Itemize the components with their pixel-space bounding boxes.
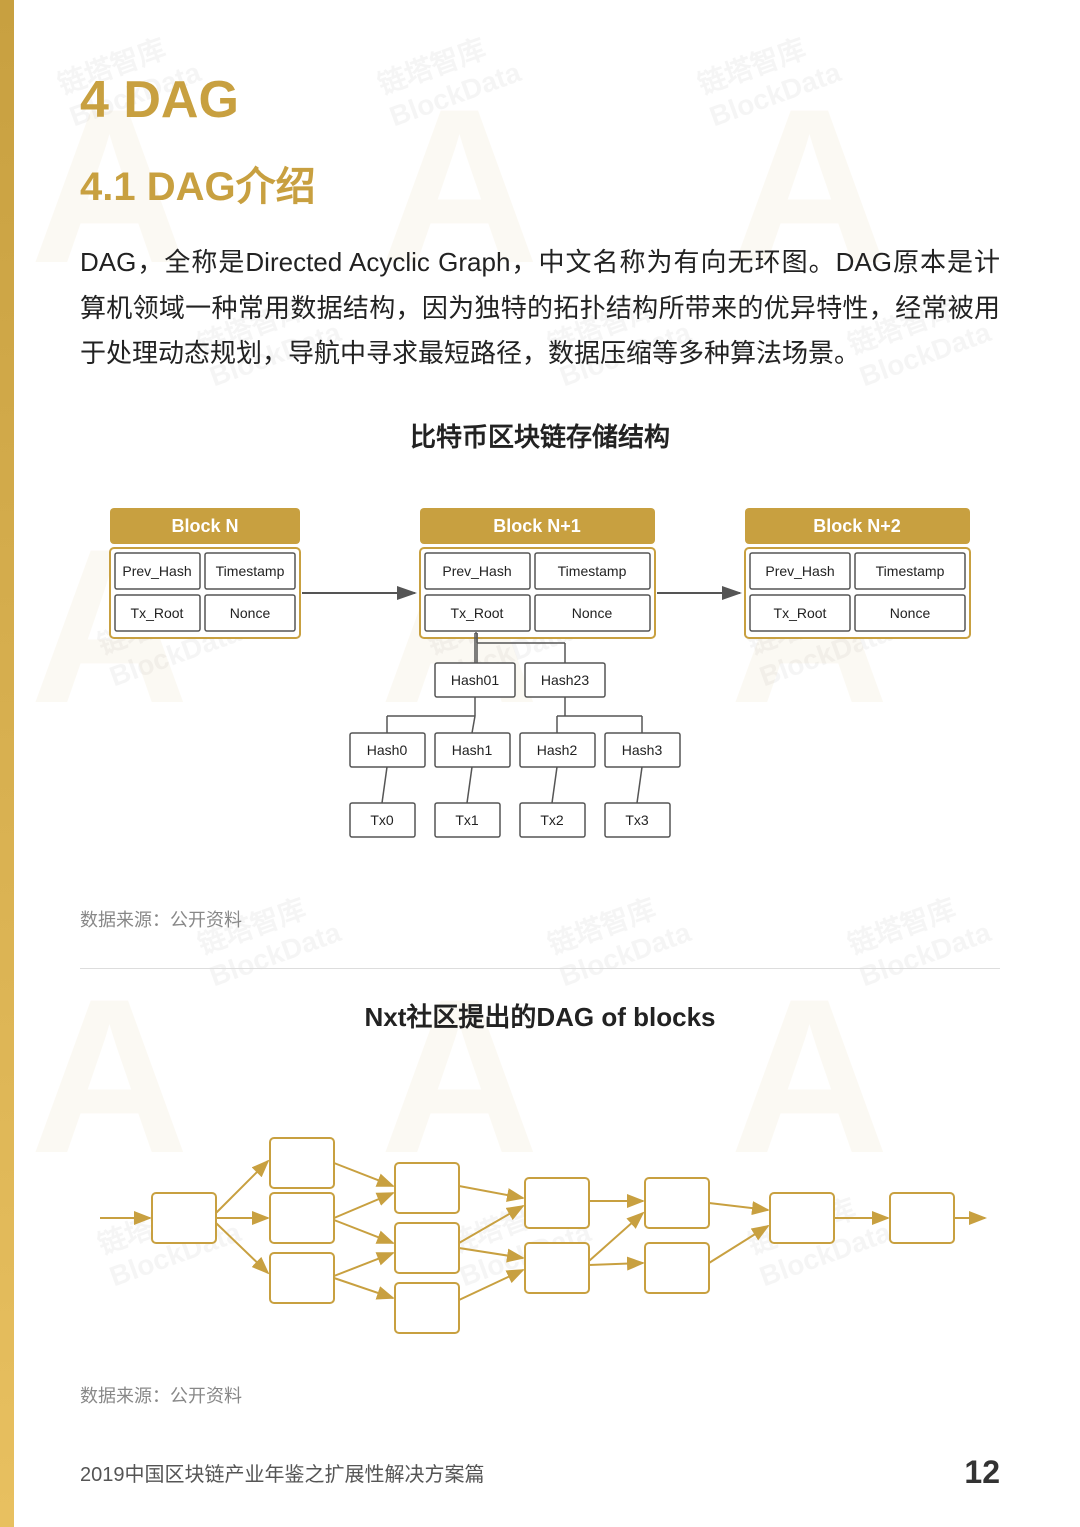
dag-svg-container — [80, 1058, 1000, 1378]
dag-section: Nxt社区提出的DAG of blocks — [80, 997, 1000, 1378]
diagram1-title: 比特币区块链存储结构 — [410, 417, 670, 454]
svg-text:Tx_Root: Tx_Root — [451, 605, 504, 621]
footer: 2019中国区块链产业年鉴之扩展性解决方案篇 12 — [0, 1454, 1080, 1491]
blockchain-svg: Block N Prev_Hash Timestamp Tx_Root Nonc… — [80, 478, 1000, 898]
svg-text:Nonce: Nonce — [890, 605, 931, 621]
svg-text:Block N+2: Block N+2 — [813, 516, 901, 536]
svg-text:Hash2: Hash2 — [537, 742, 578, 758]
svg-text:Prev_Hash: Prev_Hash — [765, 563, 834, 579]
svg-text:Tx1: Tx1 — [455, 812, 479, 828]
blockchain-diagram: 比特币区块链存储结构 Block N Prev_Hash Timestamp — [80, 417, 1000, 898]
svg-text:Hash23: Hash23 — [541, 672, 589, 688]
svg-text:Tx_Root: Tx_Root — [774, 605, 827, 621]
svg-text:Hash1: Hash1 — [452, 742, 493, 758]
svg-text:Timestamp: Timestamp — [876, 563, 945, 579]
blockchain-svg-container: Block N Prev_Hash Timestamp Tx_Root Nonc… — [80, 478, 1000, 898]
svg-text:Timestamp: Timestamp — [216, 563, 285, 579]
svg-text:Block N: Block N — [171, 516, 238, 536]
chapter-title: 4 DAG — [80, 70, 1000, 130]
body-text: DAG，全称是Directed Acyclic Graph，中文名称为有向无环图… — [80, 240, 1000, 377]
svg-text:Hash3: Hash3 — [622, 742, 663, 758]
svg-text:Nonce: Nonce — [230, 605, 271, 621]
section-title: 4.1 DAG介绍 — [80, 154, 1000, 212]
svg-text:Hash01: Hash01 — [451, 672, 499, 688]
source-note-1: 数据来源：公开资料 — [80, 906, 1000, 932]
svg-text:Tx3: Tx3 — [625, 812, 649, 828]
svg-text:Nonce: Nonce — [572, 605, 613, 621]
svg-text:Tx2: Tx2 — [540, 812, 564, 828]
diagram2-title: Nxt社区提出的DAG of blocks — [80, 997, 1000, 1034]
svg-text:Timestamp: Timestamp — [558, 563, 627, 579]
svg-text:Tx0: Tx0 — [370, 812, 394, 828]
svg-text:Block N+1: Block N+1 — [493, 516, 581, 536]
source-note-2: 数据来源：公开资料 — [80, 1382, 1000, 1408]
footer-text: 2019中国区块链产业年鉴之扩展性解决方案篇 — [80, 1458, 485, 1487]
svg-text:Hash0: Hash0 — [367, 742, 408, 758]
svg-text:Tx_Root: Tx_Root — [131, 605, 184, 621]
svg-text:Prev_Hash: Prev_Hash — [122, 563, 191, 579]
page-number: 12 — [964, 1454, 1000, 1491]
svg-text:Prev_Hash: Prev_Hash — [442, 563, 511, 579]
dag-svg — [90, 1058, 990, 1378]
